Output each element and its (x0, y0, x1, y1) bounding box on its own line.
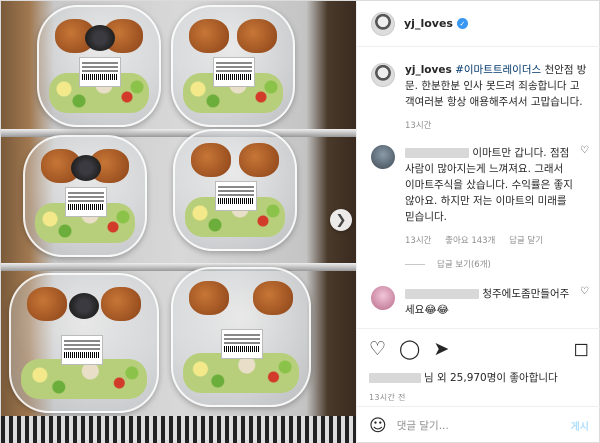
redacted-username (369, 372, 421, 383)
comment-composer: ☺ 게시 (357, 406, 600, 443)
verified-badge-icon: ✓ (456, 18, 468, 29)
food-package (171, 5, 295, 127)
caption-hashtag[interactable]: #이마트트레이더스 (455, 64, 541, 76)
comment-meta: 13시간 좋아요 143개 답글 달기 (405, 234, 574, 246)
likes-summary[interactable]: 님 외 25,970명이 좋아합니다 (369, 370, 589, 385)
comment-item: 이마트만 갑니다. 점점 사람이 많아지는게 느껴져요. 그래서 이마트주식을 … (371, 145, 589, 246)
food-package (173, 129, 297, 251)
bookmark-icon[interactable]: ◻ (573, 338, 589, 360)
heart-outline-icon[interactable]: ♡ (580, 145, 589, 246)
comments-list: yj_loves #이마트트레이더스 천안점 방문. 한분한분 인사 못드려 죄… (357, 48, 600, 328)
avatar[interactable] (371, 145, 395, 169)
post-actions: ♡ ◯ ➤ ◻ 님 외 25,970명이 좋아합니다 13시간 전 (357, 328, 600, 403)
post-comment-button[interactable]: 게시 (571, 418, 589, 433)
comment-body: 이마트만 갑니다. 점점 사람이 많아지는게 느껴져요. 그래서 이마트주식을 … (405, 147, 573, 223)
avatar[interactable] (371, 11, 395, 36)
comment-text: 청주에도좀만들어주세요😂😂 (405, 286, 574, 318)
emoji-smiley-icon[interactable]: ☺ (369, 416, 387, 436)
shelf-edge (1, 416, 356, 443)
view-replies[interactable]: 답글 보기(6개) (405, 258, 589, 270)
comment-time: 13시간 (405, 236, 432, 246)
avatar[interactable] (371, 286, 395, 310)
comment-likes[interactable]: 좋아요 143개 (445, 236, 495, 246)
comment-item: 청주에도좀만들어주세요😂😂 ♡ (371, 286, 589, 318)
view-replies-label[interactable]: 답글 보기(6개) (437, 258, 491, 270)
caption-username[interactable]: yj_loves (405, 64, 452, 76)
likes-text: 님 외 25,970명이 좋아합니다 (424, 372, 558, 384)
share-send-icon[interactable]: ➤ (433, 338, 449, 360)
food-package (23, 135, 147, 257)
comment-input[interactable] (396, 419, 571, 432)
food-package (9, 273, 159, 413)
comment-text: 이마트만 갑니다. 점점 사람이 많아지는게 느껴져요. 그래서 이마트주식을 … (405, 145, 574, 225)
post-header: yj_loves ✓ (357, 1, 600, 47)
instagram-post-window: ❯ yj_loves ✓ yj_loves #이마트트레이더스 천안점 방문. … (0, 0, 600, 443)
food-package (171, 267, 311, 407)
action-icons: ♡ ◯ ➤ ◻ (369, 337, 589, 361)
food-package (37, 5, 161, 127)
chevron-right-icon: ❯ (335, 212, 347, 228)
post-photo: ❯ (1, 1, 356, 443)
post-sidebar: yj_loves ✓ yj_loves #이마트트레이더스 천안점 방문. 한분… (356, 1, 600, 443)
post-timestamp: 13시간 전 (369, 393, 406, 402)
heart-outline-icon[interactable]: ♡ (580, 286, 589, 318)
reply-button[interactable]: 답글 달기 (509, 236, 543, 246)
next-photo-button[interactable]: ❯ (330, 209, 352, 231)
redacted-username (405, 148, 469, 158)
reply-divider (405, 263, 425, 265)
caption-time: 13시간 (405, 121, 432, 131)
redacted-username (405, 289, 479, 299)
caption-text: yj_loves #이마트트레이더스 천안점 방문. 한분한분 인사 못드려 죄… (405, 62, 589, 110)
like-heart-icon[interactable]: ♡ (369, 338, 386, 360)
avatar[interactable] (371, 63, 395, 87)
author-username[interactable]: yj_loves (404, 17, 453, 30)
caption: yj_loves #이마트트레이더스 천안점 방문. 한분한분 인사 못드려 죄… (371, 62, 589, 131)
comment-bubble-icon[interactable]: ◯ (399, 338, 420, 360)
caption-meta: 13시간 (405, 119, 589, 131)
